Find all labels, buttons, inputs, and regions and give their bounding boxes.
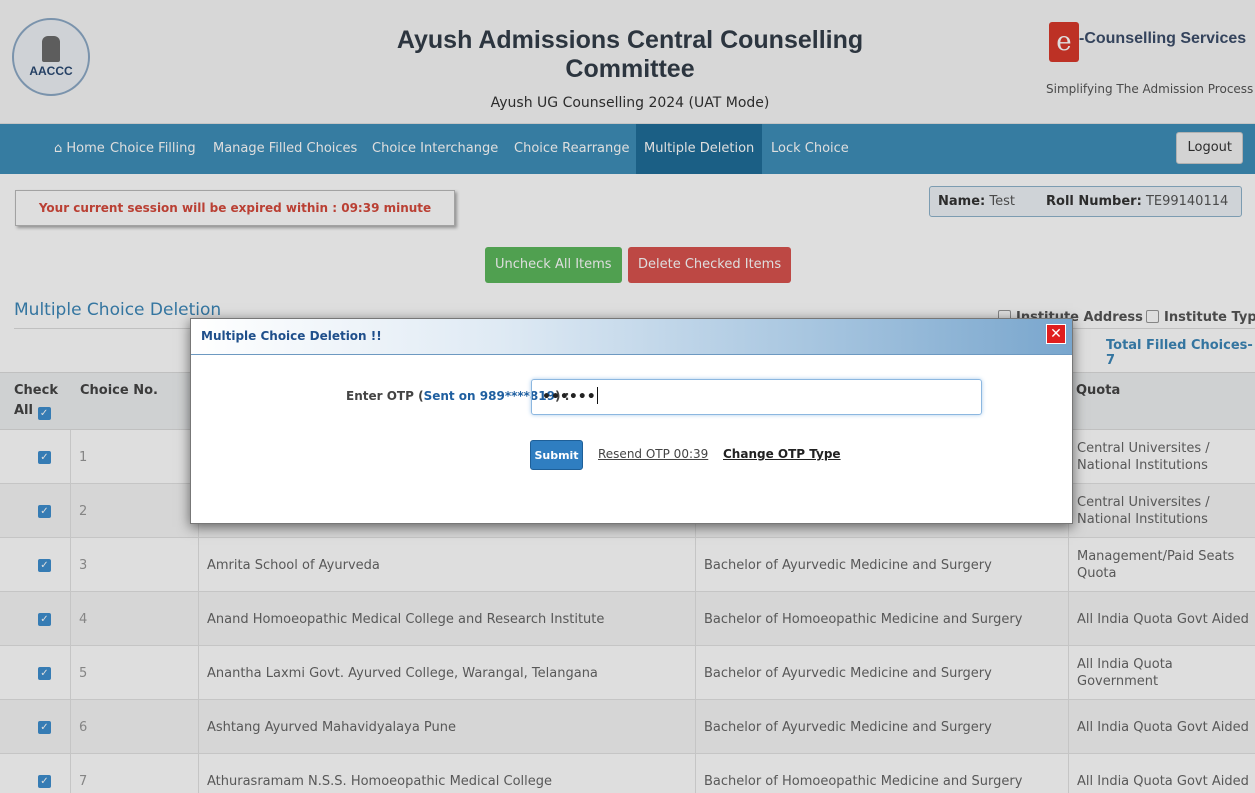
dialog-title: Multiple Choice Deletion !! [201, 329, 382, 343]
close-icon[interactable]: ✕ [1046, 324, 1066, 344]
text-caret [596, 387, 598, 404]
resend-otp-link[interactable]: Resend OTP 00:39 [598, 447, 708, 461]
submit-button[interactable]: Submit [530, 440, 583, 470]
otp-input[interactable]: •••••• [531, 379, 982, 415]
change-otp-type-link[interactable]: Change OTP Type [723, 447, 841, 461]
dialog-titlebar: Multiple Choice Deletion !! ✕ [191, 319, 1072, 355]
otp-dialog: Multiple Choice Deletion !! ✕ Enter OTP … [190, 318, 1073, 524]
